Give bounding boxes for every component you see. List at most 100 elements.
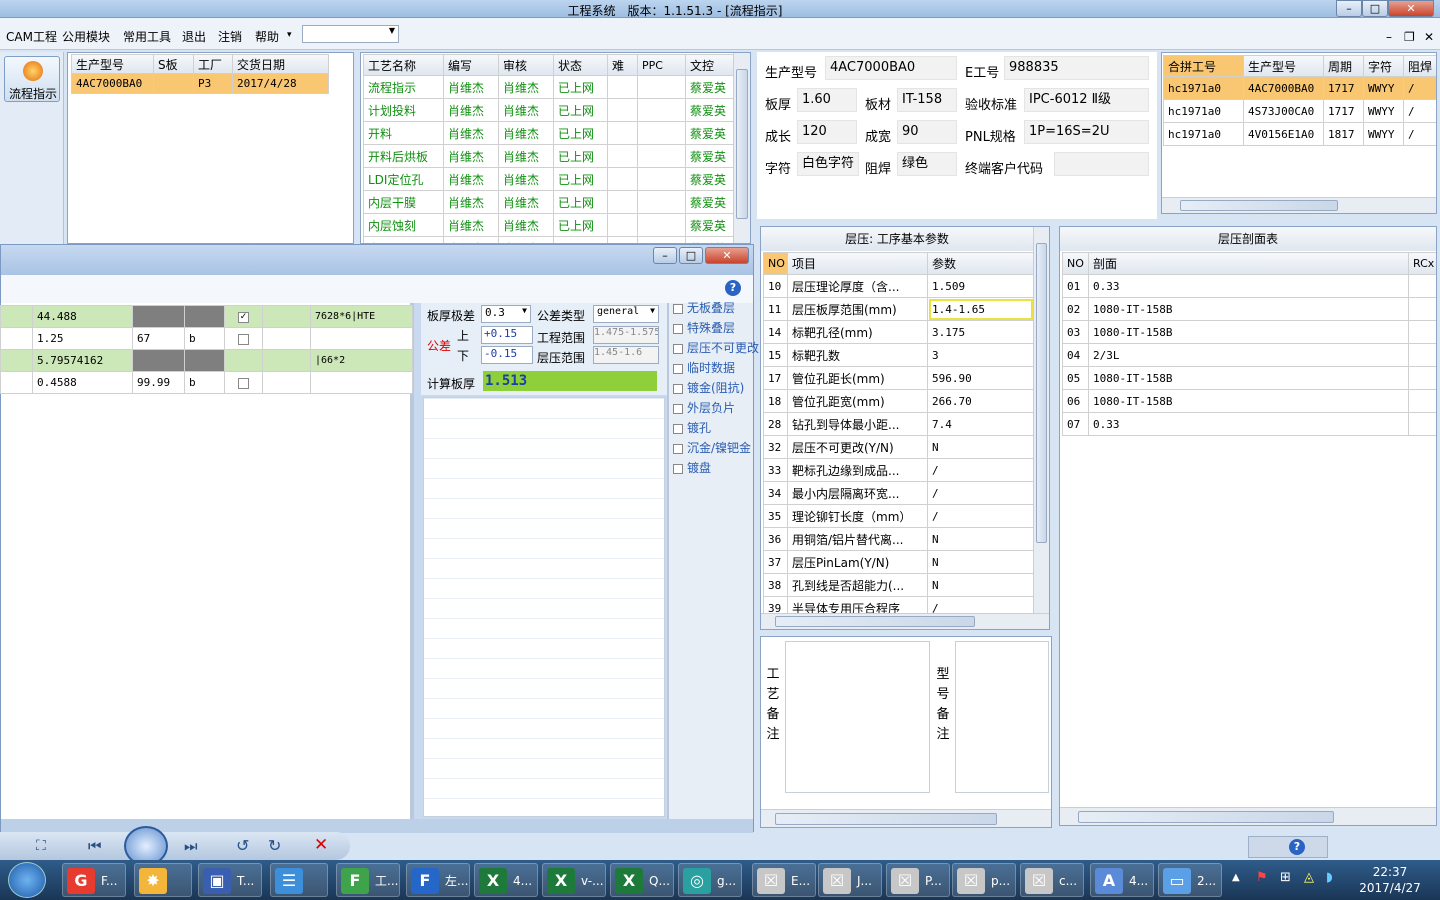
table-row[interactable]: 内层蚀刻 肖维杰 肖维杰 已上网 蔡爱英 — [363, 213, 734, 237]
thick-tol-select[interactable]: 0.3 ▼ — [481, 305, 531, 323]
option-item[interactable]: 外层负片 — [673, 399, 735, 416]
tray-app-icon[interactable]: ◬ — [1304, 870, 1314, 885]
table-row[interactable]: 17 管位孔距长(mm) 596.90 — [763, 366, 1034, 390]
tol-type-select[interactable]: general ▼ — [593, 305, 659, 323]
col-header[interactable]: 文控 — [685, 54, 734, 76]
table-row[interactable]: 05 1080-IT-158B — [1062, 366, 1436, 390]
option-checkbox[interactable] — [673, 323, 683, 334]
col-header[interactable]: NO — [1062, 252, 1089, 275]
col-header[interactable]: 参数 — [927, 252, 1034, 275]
taskbar-button[interactable]: Xv-... — [542, 863, 606, 897]
table-row[interactable]: 32 层压不可更改(Y/N) N — [763, 435, 1034, 459]
col-header[interactable]: 周期 — [1323, 55, 1364, 77]
option-item[interactable]: 临时数据 — [673, 359, 735, 376]
col-header[interactable]: 阻焊 — [1403, 55, 1436, 77]
table-row[interactable]: 内层干膜 肖维杰 肖维杰 已上网 蔡爱英 — [363, 190, 734, 214]
scroll-thumb[interactable] — [775, 813, 997, 825]
col-header[interactable]: 项目 — [787, 252, 928, 275]
process-note-field[interactable] — [785, 641, 930, 793]
undo-icon[interactable]: ↺ — [236, 836, 249, 855]
option-checkbox[interactable] — [673, 443, 683, 454]
taskbar-button[interactable]: ☒ c... — [1020, 863, 1084, 897]
table-row[interactable]: 02 1080-IT-158B — [1062, 297, 1436, 321]
option-checkbox[interactable] — [673, 303, 683, 314]
option-item[interactable]: 镀盘 — [673, 459, 711, 476]
scroll-thumb[interactable] — [1078, 811, 1334, 823]
previous-icon[interactable]: ⏮ — [88, 837, 102, 855]
option-item[interactable]: 沉金/镍钯金 — [673, 439, 751, 456]
col-header[interactable]: RCx — [1408, 252, 1436, 275]
start-button[interactable] — [8, 862, 46, 898]
option-item[interactable]: 特殊叠层 — [673, 319, 735, 336]
table-row[interactable]: 内层AOI肖维杰肖维杰已上网蔡爱英 — [363, 236, 734, 243]
table-row[interactable]: 14 标靶孔径(mm) 3.175 — [763, 320, 1034, 344]
taskbar-button[interactable]: ☒ p... — [952, 863, 1016, 897]
col-header[interactable]: NO — [763, 252, 788, 275]
table-row[interactable]: 15 标靶孔数 3 — [763, 343, 1034, 367]
scroll-thumb[interactable] — [1036, 243, 1047, 543]
float-max-button[interactable]: □ — [679, 247, 703, 264]
close-icon[interactable]: ✕ — [314, 835, 328, 855]
taskbar-button[interactable]: A 4... — [1090, 863, 1154, 897]
option-checkbox[interactable] — [673, 343, 683, 354]
table-row[interactable]: hc1971a0 4AC7000BA0 1717 WWYY / — [1163, 76, 1436, 100]
notes-hscroll[interactable] — [761, 809, 1051, 827]
menu-exit[interactable]: 退出 — [182, 28, 206, 45]
table-row[interactable]: 开料后烘板 肖维杰 肖维杰 已上网 蔡爱英 — [363, 144, 734, 168]
up-input[interactable]: +0.15 — [481, 326, 533, 344]
clock[interactable]: 22:37 2017/4/27 — [1350, 864, 1430, 896]
option-item[interactable]: 镀孔 — [673, 419, 711, 436]
tray-flag-icon[interactable]: ⚑ — [1256, 870, 1268, 885]
fullscreen-icon[interactable]: ⛶ — [36, 838, 46, 854]
mdi-close[interactable]: ✕ — [1424, 30, 1434, 44]
col-header[interactable]: 生产型号 — [1243, 55, 1324, 77]
table-row[interactable]: 11 层压板厚范围(mm) 1.4-1.65 — [763, 297, 1034, 321]
scroll-thumb[interactable] — [736, 69, 748, 219]
taskbar-button[interactable]: ◎ g... — [678, 863, 742, 897]
table-row[interactable]: 开料 肖维杰 肖维杰 已上网 蔡爱英 — [363, 121, 734, 145]
option-item[interactable]: 镀金(阻抗) — [673, 379, 744, 396]
type-note-field[interactable] — [955, 641, 1049, 793]
col-header[interactable]: 合拼工号 — [1163, 55, 1244, 77]
table-row[interactable]: 07 0.33 — [1062, 412, 1436, 436]
float-min-button[interactable]: – — [653, 247, 677, 264]
scroll-thumb[interactable] — [1180, 200, 1338, 211]
row-checkbox[interactable]: ✓ — [238, 311, 249, 323]
table-row[interactable]: 1.25 67 b — [0, 327, 413, 350]
table-row[interactable]: 18 管位孔距宽(mm) 266.70 — [763, 389, 1034, 413]
menu-logout[interactable]: 注销 — [218, 28, 242, 45]
table-row[interactable]: 04 2/3L — [1062, 343, 1436, 367]
minimize-button[interactable]: – — [1336, 0, 1362, 17]
table-row[interactable]: hc1971a0 4S73J00CA0 1717 WWYY / — [1163, 99, 1436, 123]
taskbar-button[interactable]: ▣ T... — [198, 863, 262, 897]
row-checkbox[interactable] — [238, 333, 249, 345]
table-row[interactable]: 01 0.33 — [1062, 274, 1436, 298]
table-row[interactable]: 34 最小内层隔离环宽... / — [763, 481, 1034, 505]
col-header[interactable]: 审核 — [498, 54, 554, 76]
col-header[interactable]: 交货日期 — [232, 54, 329, 74]
taskbar-button[interactable]: ▭ 2... — [1158, 863, 1222, 897]
menu-common-module[interactable]: 公用模块 — [62, 28, 110, 45]
taskbar-button[interactable]: X Q... — [610, 863, 674, 897]
taskbar-button[interactable]: F 工... — [336, 863, 400, 897]
tray-expand-icon[interactable]: ▲ — [1232, 872, 1240, 883]
process-scrollbar[interactable] — [733, 53, 750, 243]
profile-hscroll[interactable] — [1060, 807, 1436, 825]
taskbar-button[interactable]: ☒ E... — [752, 863, 816, 897]
menu-help[interactable]: 帮助 — [255, 28, 279, 45]
col-header[interactable]: S板 — [153, 54, 194, 74]
mdi-minimize[interactable]: – — [1386, 30, 1392, 44]
flow-button[interactable]: 流程指示 — [4, 56, 60, 102]
combine-hscroll[interactable] — [1162, 197, 1436, 213]
taskbar-button[interactable]: X 4... — [474, 863, 538, 897]
float-close-button[interactable]: ✕ — [705, 247, 749, 264]
taskbar-button[interactable]: ☒ J... — [818, 863, 882, 897]
scroll-thumb[interactable] — [775, 616, 975, 627]
down-input[interactable]: -0.15 — [481, 346, 533, 364]
table-row[interactable]: 35 理论铆钉长度（mm） / — [763, 504, 1034, 528]
table-row[interactable]: 03 1080-IT-158B — [1062, 320, 1436, 344]
help-dropdown-icon[interactable]: ▾ — [287, 30, 292, 40]
option-checkbox[interactable] — [673, 423, 683, 434]
col-header[interactable]: 工厂 — [193, 54, 233, 74]
table-row[interactable]: 4AC7000BA0 P3 2017/4/28 — [71, 73, 329, 94]
